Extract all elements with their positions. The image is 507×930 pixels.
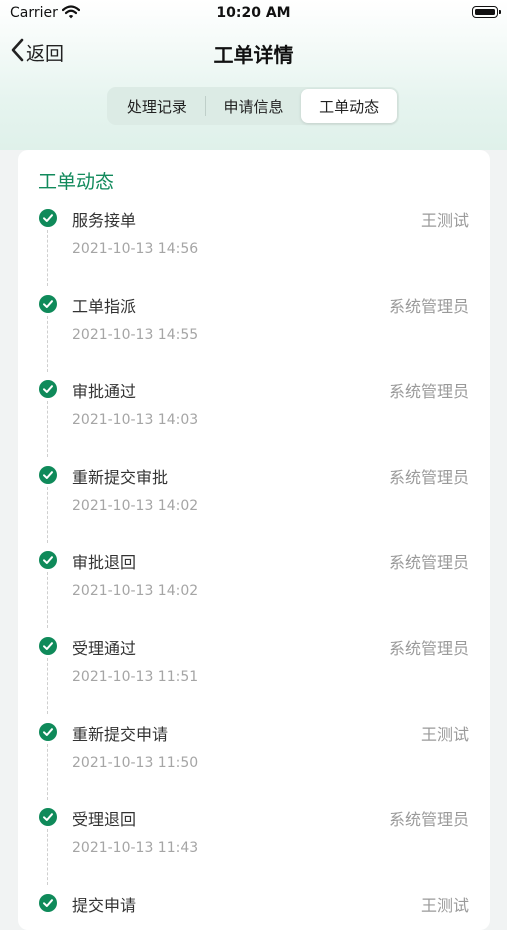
timeline-item-operator: 王测试	[420, 211, 469, 230]
timeline-item-title: 受理退回	[72, 810, 137, 830]
timeline-item: 审批退回 系统管理员 2021-10-13 14:02	[18, 492, 490, 629]
check-circle-icon	[39, 209, 57, 227]
check-circle-icon	[39, 551, 57, 570]
timeline-item: 重新提交申请 王测试 2021-10-13 11:50	[18, 664, 490, 800]
timeline-item-operator: 系统管理员	[388, 553, 469, 573]
timeline-item: 受理退回 系统管理员 2021-10-13 11:43	[18, 749, 490, 886]
timeline-item-operator: 系统管理员	[388, 296, 469, 316]
timeline-item-title: 提交申请	[72, 895, 137, 915]
timeline-item-operator: 王测试	[420, 895, 469, 915]
timeline-item-operator: 系统管理员	[388, 382, 469, 402]
battery-icon	[472, 6, 501, 18]
check-circle-icon	[39, 893, 57, 912]
timeline-item-title: 受理通过	[72, 639, 137, 658]
timeline-item: 受理通过 系统管理员 2021-10-13 11:51	[18, 578, 490, 714]
timeline-item-operator: 系统管理员	[388, 810, 469, 830]
timeline-item-operator: 王测试	[420, 724, 469, 744]
timeline-item-title: 审批退回	[72, 553, 137, 573]
activity-card: 工单动态 服务接单 王测试 2021-10-13 14:56 工单指派 系统管理员 202…	[18, 150, 490, 930]
check-circle-icon	[39, 808, 57, 827]
timeline-item-title: 审批通过	[72, 382, 137, 402]
check-circle-icon	[39, 380, 57, 399]
tab-processing-records[interactable]: 处理记录	[109, 89, 205, 123]
check-circle-icon	[39, 294, 57, 313]
check-circle-icon	[39, 637, 57, 655]
timeline-item: 服务接单 王测试 2021-10-13 14:56	[18, 150, 490, 286]
timeline-item-title: 工单指派	[72, 296, 137, 316]
check-circle-icon	[39, 722, 57, 741]
timeline-item: 提交申请 王测试	[18, 835, 490, 921]
timeline-item-title: 重新提交申请	[72, 724, 169, 744]
tab-segmented-control: 处理记录 申请信息 工单动态	[107, 87, 399, 125]
navigation-bar: 返回 工单详情	[0, 30, 507, 74]
timeline-item: 审批通过 系统管理员 2021-10-13 14:03	[18, 321, 490, 458]
timeline-item-operator: 系统管理员	[388, 467, 469, 487]
clock-time: 10:20 AM	[216, 5, 291, 21]
tab-application-info[interactable]: 申请信息	[206, 89, 302, 123]
tab-work-order-activity[interactable]: 工单动态	[301, 89, 398, 123]
timeline-item-operator: 系统管理员	[388, 639, 469, 658]
timeline-item: 工单指派 系统管理员 2021-10-13 14:55	[18, 236, 490, 372]
timeline-item-title: 服务接单	[72, 211, 137, 230]
timeline-item: 重新提交审批 系统管理员 2021-10-13 14:02	[18, 407, 490, 543]
status-bar: Carrier 10:20 AM	[0, 0, 507, 28]
check-circle-icon	[39, 465, 57, 484]
timeline-item-title: 重新提交审批	[72, 467, 169, 487]
page-title: 工单详情	[213, 43, 294, 67]
